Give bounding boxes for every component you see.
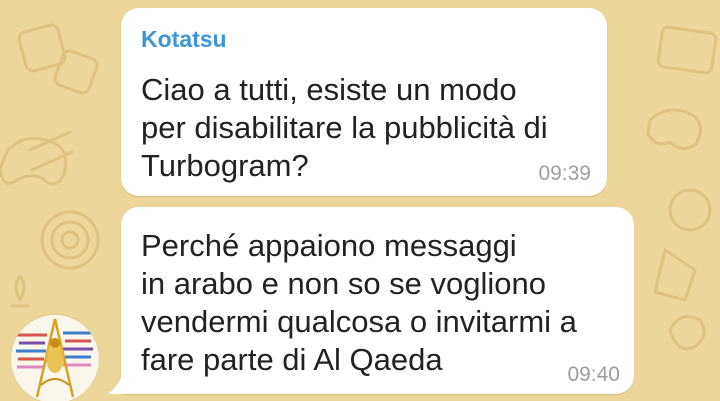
message-timestamp: 09:39 <box>538 162 591 185</box>
sender-name[interactable]: Kotatsu <box>141 26 227 53</box>
message-bubble[interactable]: Kotatsu Ciao a tutti, esiste un modo per… <box>121 8 607 196</box>
message-text: Ciao a tutti, esiste un modo per disabil… <box>141 72 548 183</box>
bubble-tail <box>108 372 128 394</box>
sender-avatar-icon <box>11 315 99 401</box>
message-text: Perché appaiono messaggi in arabo e non … <box>141 228 577 377</box>
sender-avatar[interactable] <box>11 315 99 401</box>
message-bubble[interactable]: Perché appaiono messaggi in arabo e non … <box>121 207 634 394</box>
message-timestamp: 09:40 <box>567 363 620 386</box>
